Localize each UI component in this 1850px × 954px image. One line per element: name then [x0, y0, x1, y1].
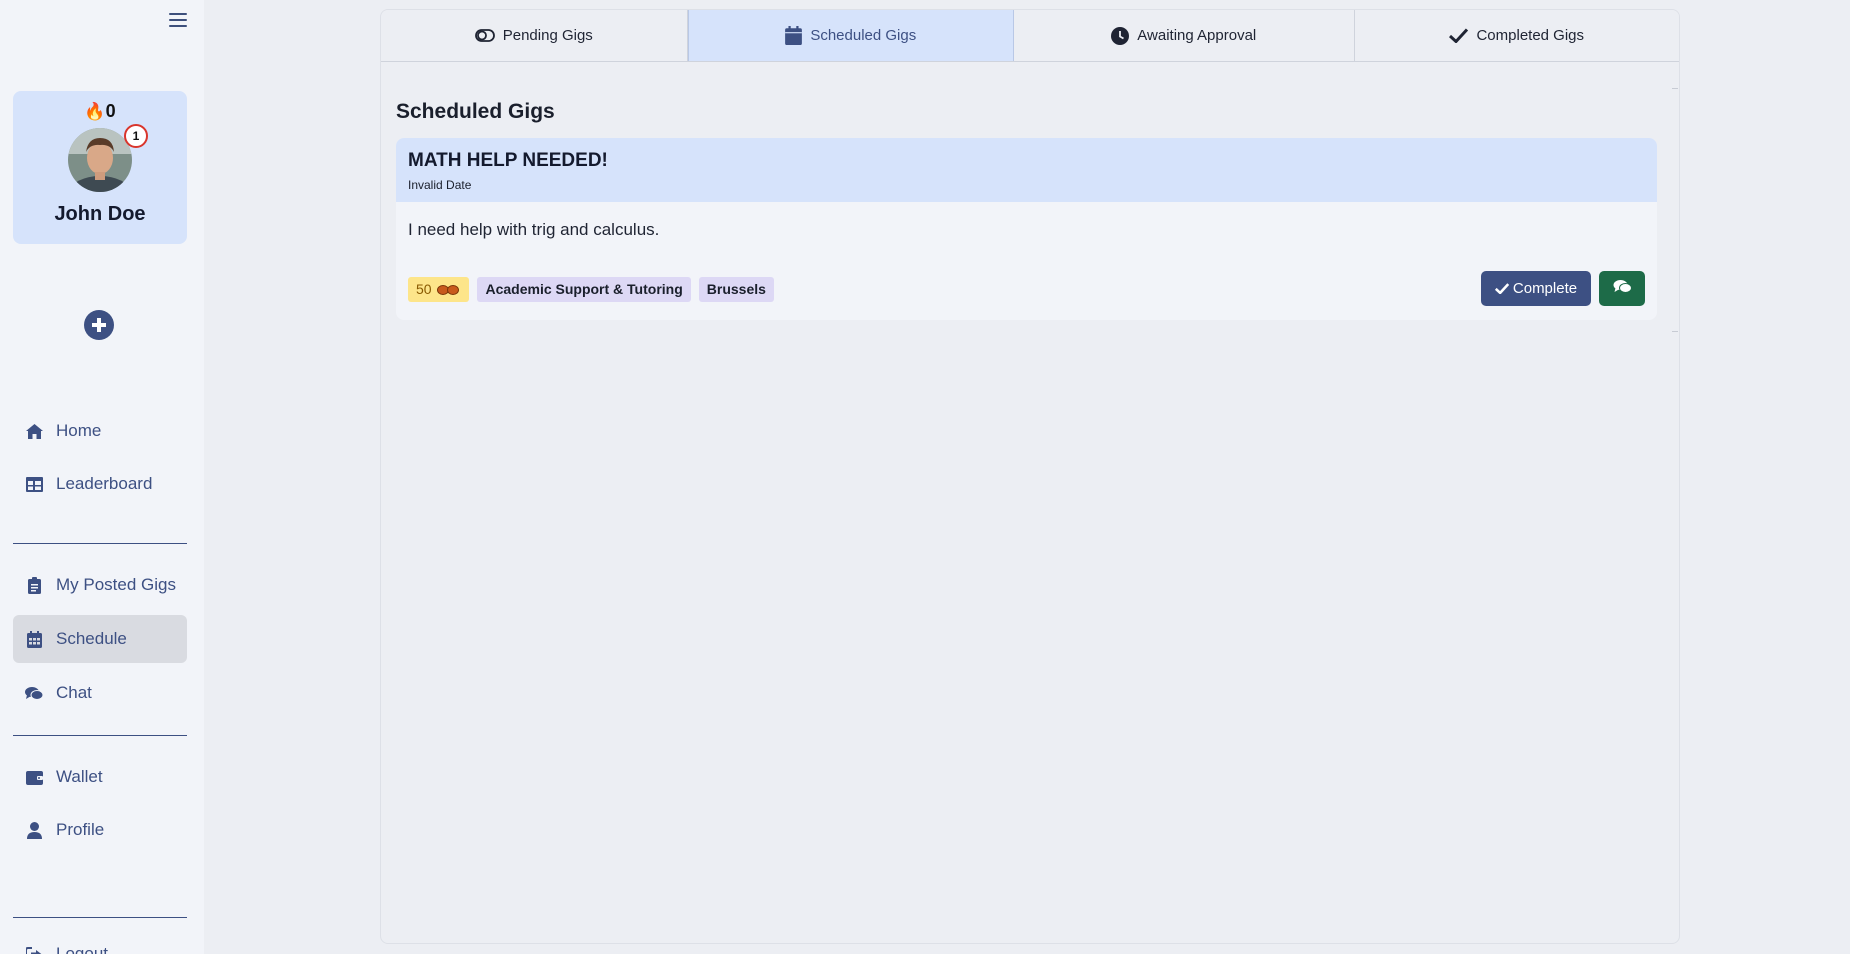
tab-pending-gigs[interactable]: Pending Gigs [381, 10, 688, 61]
tab-scheduled-gigs[interactable]: Scheduled Gigs [687, 10, 1015, 61]
divider [13, 917, 187, 918]
nav-label: Schedule [56, 629, 127, 648]
nav-label: Logout [56, 944, 108, 954]
notification-badge[interactable]: 1 [124, 124, 148, 148]
tab-label: Completed Gigs [1476, 27, 1585, 44]
table-icon [25, 475, 43, 493]
nav-label: Wallet [56, 767, 103, 786]
tab-bar: Pending Gigs Scheduled Gigs Awaiting App… [381, 10, 1679, 62]
sidebar: 🔥0 1 John Doe Home Leaderboard My Posted… [0, 0, 204, 954]
gig-card[interactable]: MATH HELP NEEDED! Invalid Date I need he… [396, 138, 1657, 320]
comments-icon [25, 684, 43, 702]
nav-label: Chat [56, 683, 92, 702]
add-gig-button[interactable] [84, 310, 114, 340]
tab-label: Awaiting Approval [1137, 27, 1257, 44]
section-title: Scheduled Gigs [396, 100, 555, 123]
scroll-marker [1672, 331, 1678, 332]
complete-button[interactable]: Complete [1481, 271, 1591, 306]
nav-home[interactable]: Home [13, 407, 187, 455]
nav-label: Home [56, 421, 102, 440]
hamburger-menu-icon[interactable] [169, 13, 187, 29]
plus-icon [92, 318, 106, 332]
gig-actions: Complete [1481, 271, 1645, 306]
nav-label: My Posted Gigs [56, 575, 176, 594]
nav-label: Profile [56, 820, 105, 839]
nav-chat[interactable]: Chat [13, 669, 187, 717]
tab-completed-gigs[interactable]: Completed Gigs [1354, 10, 1679, 61]
check-icon [1449, 28, 1469, 43]
tab-label: Scheduled Gigs [810, 27, 917, 44]
flame-icon: 🔥 [84, 102, 106, 121]
chat-button[interactable] [1599, 271, 1645, 306]
nav-leaderboard[interactable]: Leaderboard [13, 460, 187, 508]
nav-wallet[interactable]: Wallet [13, 753, 187, 801]
user-icon [25, 821, 43, 839]
nav-profile[interactable]: Profile [13, 806, 187, 854]
price-value: 50 [416, 281, 432, 297]
streak-value: 0 [105, 101, 116, 121]
nav-schedule[interactable]: Schedule [13, 615, 187, 663]
calendar-icon [785, 26, 803, 45]
gig-header: MATH HELP NEEDED! Invalid Date [396, 138, 1657, 202]
home-icon [25, 422, 43, 440]
wallet-icon [25, 768, 43, 786]
gigs-panel: Pending Gigs Scheduled Gigs Awaiting App… [380, 9, 1680, 944]
nav-logout[interactable]: Logout [13, 930, 187, 954]
logout-icon [25, 945, 43, 954]
location-tag: Brussels [698, 277, 774, 302]
clock-icon [1111, 26, 1130, 45]
nav-my-posted-gigs[interactable]: My Posted Gigs [13, 561, 187, 609]
complete-label: Complete [1512, 280, 1578, 297]
gig-description: I need help with trig and calculus. [408, 220, 660, 239]
check-icon [1494, 283, 1509, 294]
toggle-icon [474, 29, 495, 42]
divider [13, 543, 187, 544]
category-tag: Academic Support & Tutoring [477, 277, 691, 302]
nav-label: Leaderboard [56, 474, 153, 493]
tab-label: Pending Gigs [502, 27, 593, 44]
comments-icon [1613, 279, 1632, 298]
clipboard-icon [25, 576, 43, 594]
divider [13, 735, 187, 736]
profile-card[interactable]: 🔥0 1 John Doe [13, 91, 187, 244]
scroll-marker [1672, 88, 1678, 89]
gig-title: MATH HELP NEEDED! [408, 150, 608, 171]
price-tag: 50 [408, 277, 470, 302]
tab-awaiting-approval[interactable]: Awaiting Approval [1014, 10, 1355, 61]
gig-tags: 50 Academic Support & Tutoring Brussels [408, 277, 774, 302]
streak-counter: 🔥0 [13, 101, 187, 122]
gig-date: Invalid Date [408, 178, 472, 192]
avatar[interactable] [68, 128, 132, 192]
coins-icon [437, 284, 461, 296]
calendar-icon [25, 630, 43, 648]
user-name: John Doe [54, 203, 146, 225]
